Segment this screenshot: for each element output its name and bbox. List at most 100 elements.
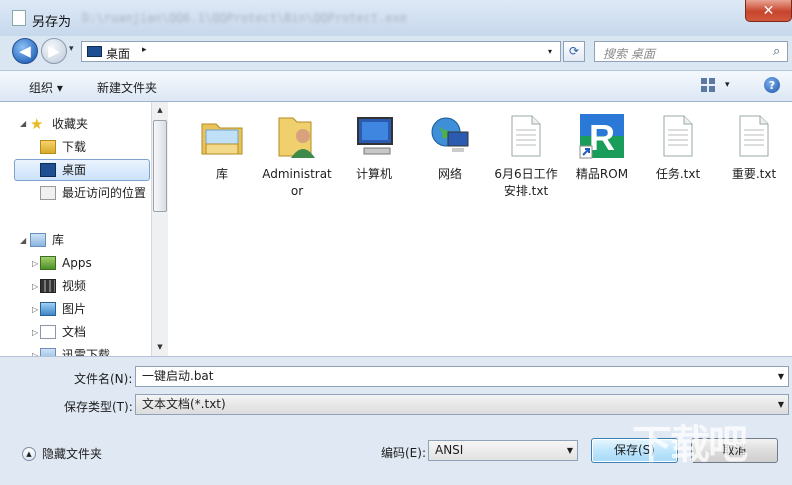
encoding-select[interactable]: ANSI ▼ [428,440,578,461]
back-button[interactable]: ◀ [12,38,38,64]
sidebar-item-favorites[interactable]: ★ 收藏夹 [30,113,88,134]
folder-icon [40,347,56,356]
sidebar-item-label: 下载 [62,140,87,154]
sidebar-item-label: 图片 [62,302,87,316]
picture-library-icon [40,301,56,316]
help-icon[interactable]: ? [764,77,780,93]
command-toolbar: 组织 ▾ 新建文件夹 ▾ ? [0,70,792,102]
sidebar-item-recent-places[interactable]: 最近访问的位置 [40,182,146,203]
computer-icon [350,112,398,160]
filetype-dropdown-icon[interactable]: ▼ [778,395,784,414]
sidebar-item-label: 迅雷下载 [62,348,111,356]
sidebar-item-label: 文档 [62,325,87,339]
new-folder-button[interactable]: 新建文件夹 [97,79,157,96]
file-item-work-plan-txt[interactable]: 6月6日工作安排.txt [490,102,562,200]
text-file-icon [502,112,550,160]
scroll-down-icon[interactable]: ▼ [152,339,168,355]
sidebar-item-libraries[interactable]: 库 [30,229,64,250]
filename-value: 一键启动.bat [142,369,214,383]
scrollbar-thumb[interactable] [153,120,167,212]
file-list[interactable]: 库 Administrator 计算机 网络 6月6日工作安排.txt R 精品… [168,102,792,356]
file-name: 计算机 [355,167,392,181]
navigation-pane[interactable]: ◢ ★ 收藏夹 下载 桌面 最近访问的位置 ◢ 库 ▷ Apps ▷ 视频 ▷ … [0,102,168,356]
navigation-scrollbar[interactable]: ▲ ▼ [151,102,168,356]
apps-library-icon [40,255,56,270]
sidebar-item-desktop[interactable]: 桌面 [40,159,86,180]
file-item-administrator[interactable]: Administrator [261,102,333,200]
search-placeholder: 搜索 桌面 [603,47,655,61]
title-bar: 另存为 D:\ruanjian\QQ6.1\QQProtect\Bin\QQPr… [0,0,792,36]
refresh-button[interactable]: ⟳ [563,41,585,62]
text-file-icon [730,112,778,160]
document-library-icon [40,324,56,339]
site-watermark: 下载吧 [632,422,748,468]
sidebar-item-label: 最近访问的位置 [62,186,147,200]
file-item-rom-shortcut[interactable]: R 精品ROM [566,102,638,183]
collapse-triangle-icon[interactable]: ◢ [20,236,26,245]
filetype-value: 文本文档(*.txt) [142,397,226,411]
organize-button[interactable]: 组织 ▾ [29,79,63,96]
desktop-icon [87,46,102,57]
file-item-computer[interactable]: 计算机 [338,102,410,183]
sidebar-item-documents[interactable]: 文档 [40,321,86,342]
forward-button[interactable]: ▶ [41,38,67,64]
window-title: 另存为 [32,15,72,30]
file-name: Administrator [262,167,332,198]
library-folder-icon [198,112,246,160]
recent-places-icon [40,185,56,200]
sidebar-item-label: 库 [52,233,65,247]
file-item-tasks-txt[interactable]: 任务.txt [642,102,714,183]
search-icon[interactable]: ⌕ [773,44,780,59]
sidebar-item-label: Apps [62,255,92,270]
file-name: 重要.txt [731,167,777,181]
rom-shortcut-icon: R [578,112,626,160]
file-item-network[interactable]: 网络 [414,102,486,183]
close-button[interactable]: ✕ [745,0,792,22]
file-name: 库 [215,167,228,181]
user-folder-icon [273,112,321,160]
download-folder-icon [40,139,56,154]
file-item-important-txt[interactable]: 重要.txt [718,102,790,183]
expand-triangle-icon[interactable]: ▷ [32,259,38,268]
video-library-icon [40,278,56,293]
view-options-icon[interactable] [701,78,715,92]
filename-label: 文件名(N): [74,372,133,386]
hide-folders-toggle[interactable]: ▲ 隐藏文件夹 [22,445,102,462]
sidebar-item-pictures[interactable]: 图片 [40,298,86,319]
address-chevron-icon[interactable]: ▸ [142,45,147,55]
star-icon: ★ [30,114,44,133]
desktop-icon [40,162,56,177]
expand-triangle-icon[interactable]: ▷ [32,282,38,291]
encoding-value: ANSI [435,443,464,457]
recent-pages-dropdown[interactable]: ▾ [69,44,74,54]
address-bar[interactable]: 桌面 ▸ ▾ [81,41,561,62]
file-item-libraries[interactable]: 库 [186,102,258,183]
sidebar-item-thunder-downloads[interactable]: 迅雷下载 [40,344,110,356]
search-input[interactable]: 搜索 桌面 ⌕ [594,41,788,62]
encoding-dropdown-icon[interactable]: ▼ [567,441,573,460]
hide-folders-label: 隐藏文件夹 [42,447,103,461]
sidebar-item-label: 视频 [62,279,87,293]
collapse-triangle-icon[interactable]: ◢ [20,119,26,128]
sidebar-item-label: 收藏夹 [52,117,89,131]
sidebar-item-downloads[interactable]: 下载 [40,136,86,157]
library-icon [30,232,46,247]
sidebar-item-videos[interactable]: 视频 [40,275,86,296]
sidebar-item-apps[interactable]: Apps [40,252,92,273]
document-icon [12,10,26,26]
address-segment-desktop[interactable]: 桌面 [106,45,130,62]
file-name: 网络 [437,167,462,181]
view-dropdown-icon[interactable]: ▾ [725,80,730,90]
file-name: 任务.txt [655,167,701,181]
filename-dropdown-icon[interactable]: ▼ [778,367,784,386]
expand-triangle-icon[interactable]: ▷ [32,305,38,314]
collapse-icon: ▲ [22,446,36,461]
svg-text:R: R [589,117,615,158]
filename-field[interactable]: 一键启动.bat ▼ [135,366,789,387]
expand-triangle-icon[interactable]: ▷ [32,328,38,337]
sidebar-item-label: 桌面 [62,163,87,177]
file-name: 精品ROM [575,167,629,181]
address-dropdown-icon[interactable]: ▾ [548,47,552,56]
scroll-up-icon[interactable]: ▲ [152,102,168,118]
filetype-label: 保存类型(T): [64,400,133,414]
